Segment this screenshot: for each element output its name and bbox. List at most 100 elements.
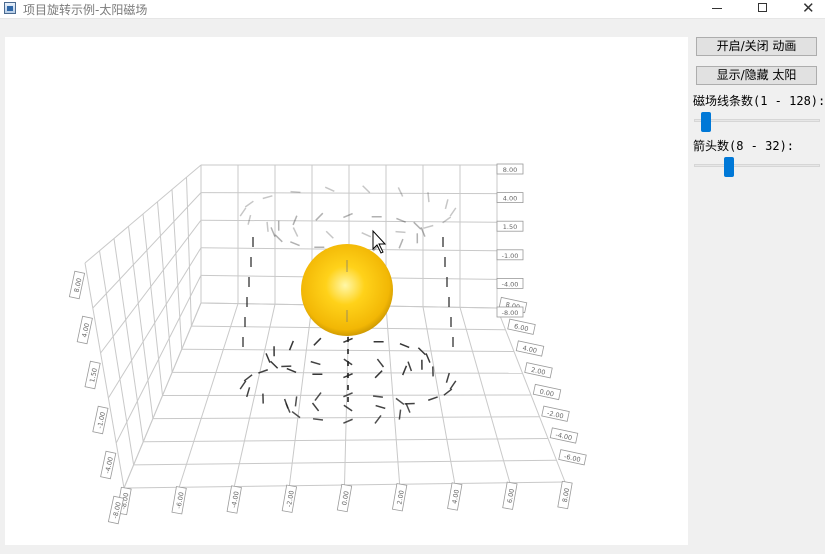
- left-wall-grid-line: [142, 213, 163, 396]
- field-arrow: [292, 227, 299, 237]
- field-arrow: [288, 340, 295, 351]
- z-tick-label-right-text: -8.00: [502, 309, 519, 317]
- close-button[interactable]: ✕: [786, 0, 825, 18]
- y-tick-label: -6.00: [558, 449, 587, 466]
- x-tick-label: -2.00: [281, 484, 298, 513]
- x-tick-label-text: 0.00: [340, 490, 350, 506]
- z-tick-label-left-text: 8.00: [73, 277, 84, 293]
- field-arrow: [286, 367, 297, 374]
- field-arrow: [239, 207, 247, 217]
- field-arrow: [374, 414, 382, 424]
- field-arrow: [398, 409, 402, 420]
- x-tick-label: 6.00: [502, 481, 518, 510]
- field-arrow: [397, 187, 404, 197]
- field-arrow: [425, 353, 431, 363]
- z-tick-label-right: -1.00: [496, 249, 524, 261]
- x-tick-label-text: -6.00: [175, 491, 186, 509]
- left-wall-grid-line: [186, 177, 192, 327]
- z-tick-label-left: -1.00: [92, 405, 109, 435]
- field-arrow: [395, 230, 406, 234]
- field-arrow: [294, 396, 298, 407]
- arrows-slider-thumb[interactable]: [724, 157, 735, 177]
- field-arrow: [361, 232, 372, 238]
- field-arrow: [405, 403, 411, 413]
- left-wall-grid-line: [84, 164, 202, 264]
- field-lines-slider[interactable]: [693, 112, 820, 134]
- y-tick-label-text: 2.00: [530, 366, 546, 377]
- toggle-sun-button[interactable]: 显示/隐藏 太阳: [696, 66, 817, 85]
- y-tick-label: 0.00: [532, 383, 562, 401]
- y-tick-label: -4.00: [549, 427, 579, 444]
- x-tick-label: -6.00: [171, 486, 187, 515]
- field-arrow: [401, 365, 408, 376]
- field-arrow: [311, 402, 320, 412]
- app-icon: [4, 2, 16, 14]
- field-arrow: [375, 404, 386, 410]
- z-tick-label-left: -8.00: [107, 495, 125, 525]
- field-arrow: [324, 186, 335, 192]
- left-wall-grid-line: [113, 238, 144, 442]
- x-tick-label: 4.00: [447, 482, 463, 511]
- arrows-slider[interactable]: [693, 157, 820, 179]
- z-tick-label-right: -4.00: [496, 277, 524, 289]
- field-lines-slider-track: [694, 119, 820, 122]
- field-arrow: [372, 395, 384, 398]
- z-tick-label-right-text: -4.00: [502, 280, 519, 288]
- x-tick-label: 2.00: [391, 483, 408, 512]
- y-tick-label: 6.00: [507, 318, 536, 335]
- z-tick-label-left: 1.50: [84, 360, 101, 390]
- field-arrow: [444, 199, 449, 210]
- title-bar: 项目旋转示例-太阳磁场 ✕: [0, 0, 825, 19]
- solar-magnetic-field-plot[interactable]: -8.00 -6.00 -4.00 -2.00 0.00 2.00 4.00 6.00 8.00…: [5, 37, 688, 545]
- field-arrow: [274, 234, 283, 243]
- z-tick-label-left: -4.00: [100, 450, 117, 480]
- z-tick-label-left-text: 4.00: [80, 322, 91, 338]
- field-arrow: [374, 370, 383, 379]
- field-arrow: [265, 353, 271, 363]
- maximize-button[interactable]: [740, 0, 786, 18]
- field-arrow: [270, 227, 276, 237]
- arrows-slider-track: [694, 164, 820, 167]
- y-tick-label: 2.00: [524, 362, 553, 379]
- field-arrow: [312, 418, 324, 421]
- field-arrow: [262, 195, 273, 200]
- field-arrow: [423, 224, 434, 229]
- y-tick-label-text: 6.00: [513, 322, 529, 333]
- field-arrow: [325, 230, 334, 239]
- x-tick-label: 0.00: [336, 483, 353, 513]
- field-arrow: [244, 200, 254, 208]
- field-arrow: [270, 360, 279, 369]
- field-arrow: [343, 404, 353, 412]
- field-arrow: [243, 374, 253, 382]
- left-wall-grid-line: [92, 192, 202, 309]
- field-arrow: [413, 221, 422, 230]
- minimize-button[interactable]: [694, 0, 740, 18]
- field-arrow: [290, 241, 300, 247]
- z-tick-label-left-text: 1.50: [88, 367, 99, 383]
- field-arrow: [314, 392, 322, 402]
- minimize-icon: [712, 8, 722, 9]
- plot-canvas[interactable]: -8.00 -6.00 -4.00 -2.00 0.00 2.00 4.00 6.00 8.00…: [5, 37, 688, 545]
- field-arrow: [290, 190, 301, 194]
- z-tick-label-right-text: 4.00: [503, 195, 517, 203]
- field-arrow: [449, 207, 457, 217]
- field-lines-label: 磁场线条数(1 - 128):: [693, 94, 825, 108]
- field-arrow: [427, 396, 438, 401]
- close-icon: ✕: [802, 0, 815, 17]
- x-tick-label-text: 6.00: [506, 488, 516, 504]
- field-arrow: [376, 358, 385, 368]
- x-tick-label: 8.00: [557, 480, 573, 510]
- z-tick-label-right: -8.00: [496, 306, 524, 318]
- field-arrow: [407, 361, 413, 372]
- z-tick-label-right-text: -1.00: [502, 252, 519, 260]
- left-wall-grid-line: [107, 247, 202, 399]
- x-tick-label-text: 2.00: [395, 490, 405, 506]
- arrows-label: 箭头数(8 - 32):: [693, 139, 795, 153]
- y-tick-label: -2.00: [541, 405, 570, 422]
- field-arrow: [443, 388, 453, 396]
- back-wall-grid-line: [200, 192, 498, 195]
- field-lines-slider-thumb[interactable]: [701, 112, 712, 132]
- toggle-animation-button[interactable]: 开启/关闭 动画: [696, 37, 817, 56]
- field-arrow: [343, 418, 353, 424]
- z-tick-label-right: 4.00: [496, 192, 524, 204]
